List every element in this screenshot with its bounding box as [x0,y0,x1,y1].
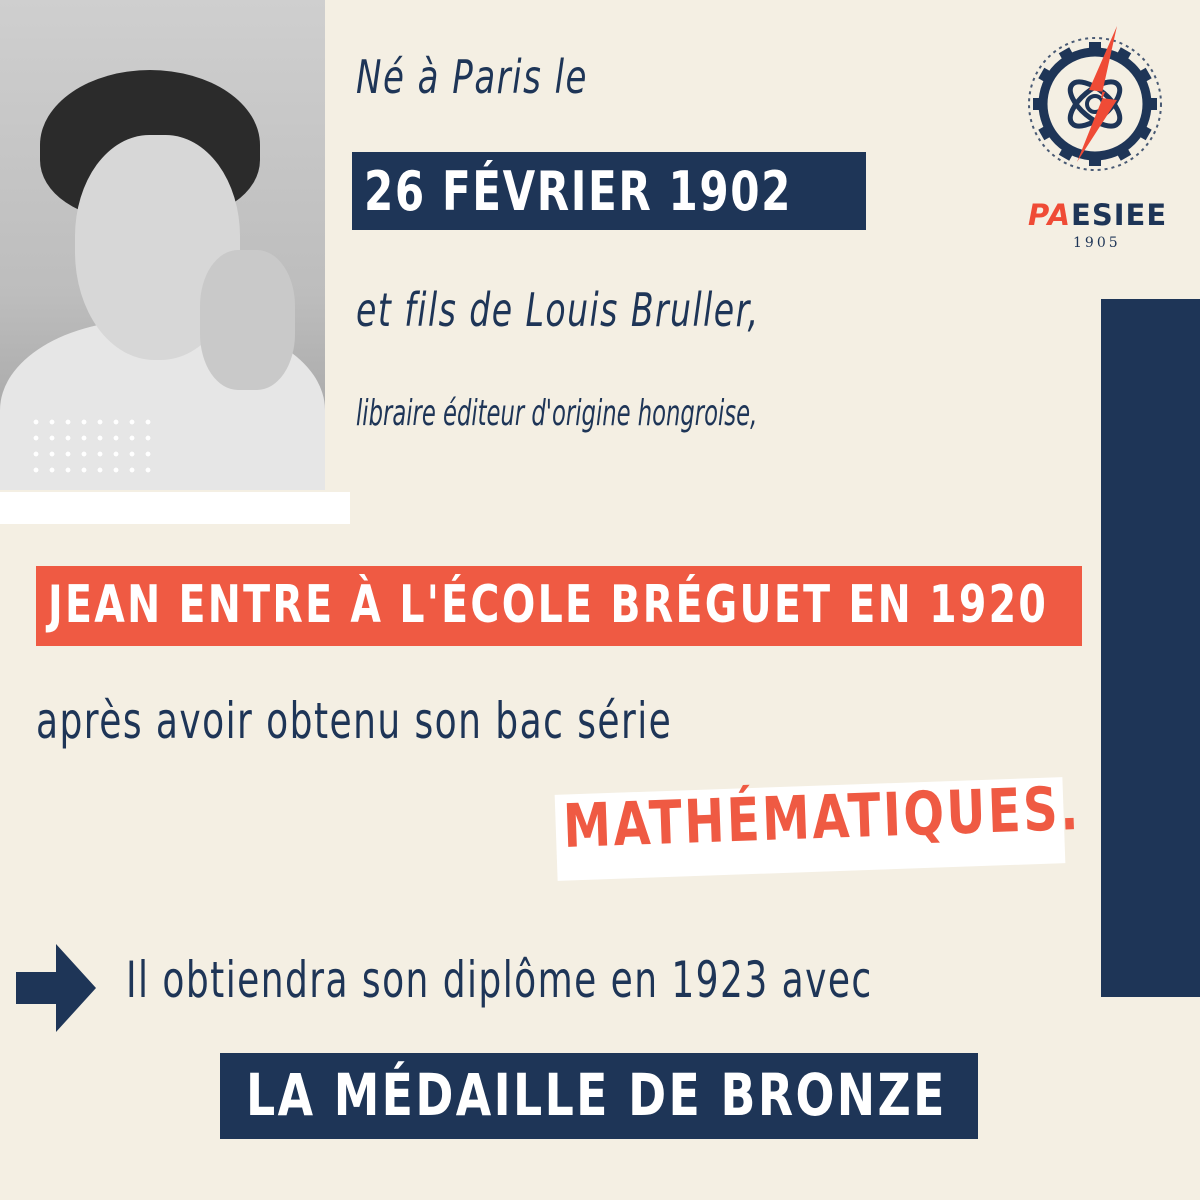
founding-year: 1905 [1073,235,1121,251]
award: LA MÉDAILLE DE BRONZE [246,1061,947,1129]
brand-name: PAESIEE [1028,198,1167,232]
intro-line: Né à Paris le [356,50,588,104]
arrow-right-icon [16,944,96,1032]
father-profession: libraire éditeur d'origine hongroise, [356,393,758,434]
bac-line: après avoir obtenu son bac série [36,692,673,750]
father-line: et fils de Louis Bruller, [356,283,760,337]
school-entry: JEAN ENTRE À L'ÉCOLE BRÉGUET EN 1920 [48,575,1049,635]
brand-esiee: ESIEE [1071,198,1168,232]
decorative-dots [28,414,158,474]
brand-prefix: PA [1028,198,1072,232]
gear-logo-icon [1028,26,1162,171]
decorative-white-bar [0,492,350,524]
birth-date: 26 FÉVRIER 1902 [364,160,793,223]
decorative-side-bar [1101,299,1200,997]
diploma-line: Il obtiendra son diplôme en 1923 avec [126,951,873,1009]
